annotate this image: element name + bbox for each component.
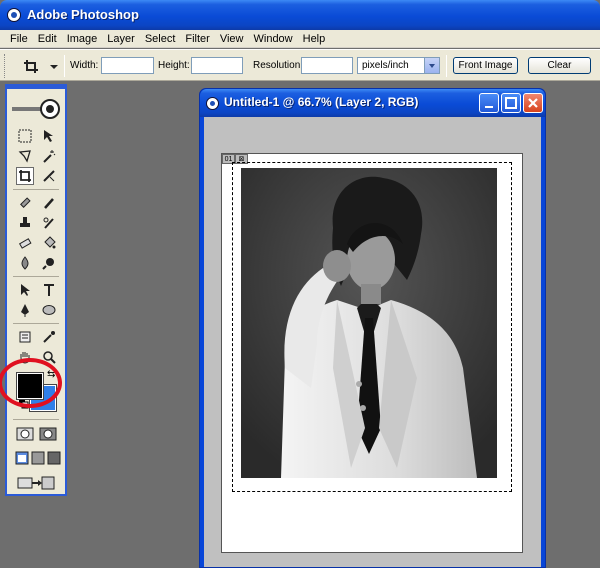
width-label: Width: [70, 60, 99, 71]
options-separator [446, 55, 447, 77]
height-label: Height: [158, 60, 190, 71]
document-canvas[interactable]: 01 ⊠ [221, 153, 523, 553]
eraser-tool-icon[interactable] [16, 234, 34, 252]
dodge-tool-icon[interactable] [40, 254, 58, 272]
menu-help[interactable]: Help [298, 33, 331, 45]
front-image-button[interactable]: Front Image [453, 57, 518, 74]
minimize-button[interactable] [479, 93, 499, 113]
menu-view[interactable]: View [215, 33, 249, 45]
maximize-button[interactable] [501, 93, 521, 113]
menu-bar: File Edit Image Layer Select Filter View… [0, 30, 600, 48]
paint-bucket-icon[interactable] [40, 234, 58, 252]
photoshop-document-icon [206, 97, 219, 110]
options-bar-grip[interactable] [4, 54, 7, 78]
close-icon [528, 98, 538, 108]
menu-file[interactable]: File [5, 33, 33, 45]
path-selection-icon[interactable] [16, 281, 34, 299]
menu-filter[interactable]: Filter [180, 33, 214, 45]
full-screen-mode-icon[interactable] [45, 449, 63, 467]
healing-brush-icon[interactable] [16, 194, 34, 212]
photoshop-logo-icon [7, 8, 21, 22]
blur-tool-icon[interactable] [16, 254, 34, 272]
options-separator [64, 55, 65, 77]
menu-layer[interactable]: Layer [102, 33, 140, 45]
jump-to-imageready-icon[interactable] [16, 474, 56, 492]
app-title: Adobe Photoshop [27, 7, 139, 22]
eyedropper-icon[interactable] [40, 328, 58, 346]
quick-mask-mode-icon[interactable] [38, 425, 58, 443]
eye-logo-icon [12, 99, 60, 119]
clone-stamp-icon[interactable] [16, 214, 34, 232]
lasso-tool-icon[interactable] [16, 147, 34, 165]
crop-icon [24, 60, 58, 73]
menu-select[interactable]: Select [140, 33, 181, 45]
resolution-units-value: pixels/inch [362, 60, 409, 71]
canvas-area[interactable]: 01 ⊠ [204, 117, 541, 567]
resolution-input[interactable] [301, 57, 353, 74]
resolution-units-select[interactable]: pixels/inch [357, 57, 440, 74]
options-bar: Width: Height: Resolution: pixels/inch F… [0, 49, 600, 81]
menu-edit[interactable]: Edit [33, 33, 62, 45]
adobe-online-button[interactable] [10, 97, 64, 121]
app-title-bar[interactable]: Adobe Photoshop [0, 0, 600, 30]
magic-wand-icon[interactable] [40, 147, 58, 165]
resolution-label: Resolution: [253, 60, 304, 71]
document-title-bar[interactable]: Untitled-1 @ 66.7% (Layer 2, RGB) [200, 89, 545, 117]
move-tool-icon[interactable] [40, 127, 58, 145]
toolbox-separator [13, 189, 59, 190]
pen-tool-icon[interactable] [16, 301, 34, 319]
height-input[interactable] [191, 57, 243, 74]
rectangular-marquee-icon[interactable] [16, 127, 34, 145]
slice-tool-icon[interactable] [40, 167, 58, 185]
toolbox-separator [13, 276, 59, 277]
menu-window[interactable]: Window [249, 33, 298, 45]
notes-tool-icon[interactable] [16, 328, 34, 346]
ellipse-tool-icon[interactable] [40, 301, 58, 319]
crop-tool-icon[interactable] [16, 167, 34, 185]
type-tool-icon[interactable] [40, 281, 58, 299]
tool-preset-picker[interactable] [22, 57, 62, 75]
standard-mode-icon[interactable] [15, 425, 35, 443]
document-window: Untitled-1 @ 66.7% (Layer 2, RGB) 01 ⊠ [199, 88, 546, 568]
maximize-icon [505, 97, 517, 109]
photo-layer[interactable] [241, 168, 497, 478]
minimize-icon [485, 106, 493, 108]
clear-button[interactable]: Clear [528, 57, 591, 74]
highlight-circle [0, 358, 62, 408]
menu-image[interactable]: Image [62, 33, 103, 45]
chevron-down-icon[interactable] [424, 58, 439, 73]
portrait-image [241, 168, 497, 478]
close-button[interactable] [523, 93, 543, 113]
width-input[interactable] [101, 57, 154, 74]
brush-tool-icon[interactable] [40, 194, 58, 212]
history-brush-icon[interactable] [40, 214, 58, 232]
toolbox-separator [13, 419, 59, 420]
document-title: Untitled-1 @ 66.7% (Layer 2, RGB) [224, 95, 419, 109]
toolbox-separator [13, 323, 59, 324]
toolbox: ⇆ [5, 84, 67, 496]
